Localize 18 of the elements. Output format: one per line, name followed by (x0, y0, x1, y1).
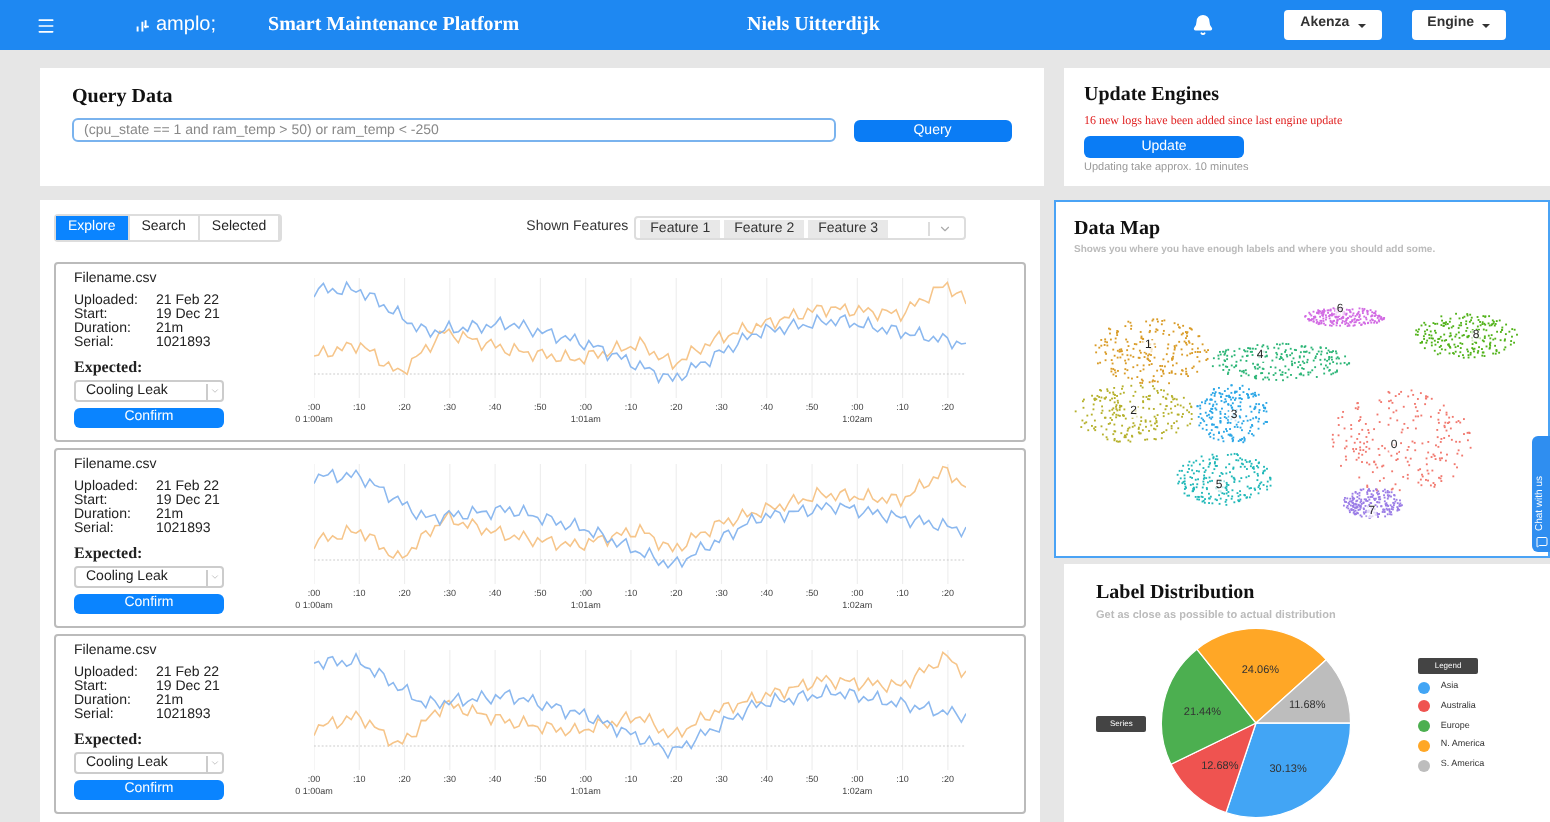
card-title: Query Data (72, 84, 175, 112)
user-name: Niels Uitterdijk (747, 12, 880, 40)
app-title: Smart Maintenance Platform (268, 12, 520, 40)
chevron-icon (210, 386, 220, 396)
logo: amplo; (136, 10, 217, 40)
logo-mark-icon (136, 18, 152, 32)
notification-bell-icon[interactable] (1192, 14, 1215, 36)
expected-label: Expected: (74, 730, 145, 748)
menu-icon[interactable] (36, 15, 56, 35)
chevron-icon (938, 221, 953, 235)
card-title: Label Distribution (1096, 579, 1257, 608)
card-title: Update Engines (1084, 82, 1220, 110)
chevron-icon (210, 572, 220, 582)
chat-icon (1535, 536, 1547, 548)
chevron-icon (210, 758, 220, 768)
expected-label: Expected: (74, 544, 145, 562)
expected-label: Expected: (74, 358, 145, 376)
card-title: Data Map (1074, 216, 1163, 244)
